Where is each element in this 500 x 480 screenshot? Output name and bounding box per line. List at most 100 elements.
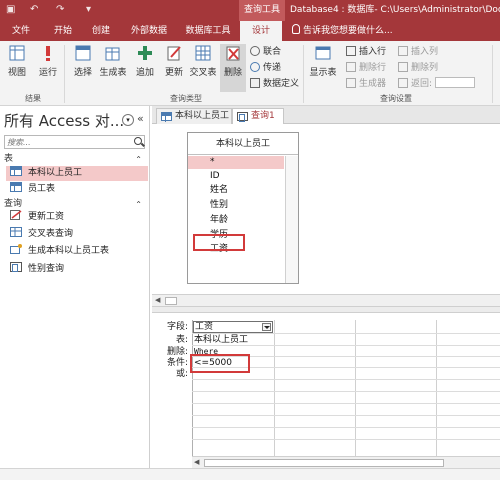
chevron-up-icon: ⌃ [135, 155, 142, 164]
delete-columns-label: 删除列 [411, 63, 439, 73]
delete-columns-icon [398, 62, 408, 72]
collapse-pane-icon[interactable]: « [137, 112, 144, 125]
upper-horizontal-scrollbar[interactable]: ◀ [152, 294, 500, 306]
show-table-icon [314, 44, 332, 62]
doc-tab-label: 查询1 [251, 111, 275, 121]
crosstab-label: 交叉表 [189, 68, 217, 78]
highlight-box-salary-field [193, 234, 245, 251]
table-cell[interactable]: 本科以上员工 [193, 334, 273, 346]
tab-external-data[interactable]: 外部数据 [124, 21, 174, 41]
delete-rows-button[interactable]: 删除行 [346, 61, 386, 75]
doc-tab-table-benke[interactable]: 本科以上员工 [156, 108, 232, 124]
show-table-label: 显示表 [309, 68, 337, 78]
nav-pane-title: 所有 Access 对... [4, 112, 125, 130]
field-all[interactable]: * [188, 156, 284, 169]
field-list-scrollbar[interactable] [285, 156, 298, 283]
table-icon [10, 182, 22, 192]
nav-item-query-update-salary[interactable]: 更新工资 [6, 210, 148, 225]
delete-columns-button[interactable]: 删除列 [398, 61, 438, 75]
search-icon[interactable] [134, 137, 142, 145]
pane-splitter[interactable] [152, 306, 500, 313]
tab-home[interactable]: 开始 [46, 21, 80, 41]
redo-icon[interactable]: ↷ [56, 3, 64, 17]
builder-label: 生成器 [359, 79, 387, 89]
save-icon[interactable]: ▣ [6, 3, 15, 17]
insert-columns-label: 插入列 [411, 47, 439, 57]
scroll-left-icon[interactable]: ◀ [155, 296, 160, 304]
data-definition-icon [250, 78, 260, 88]
scroll-thumb[interactable] [204, 459, 444, 467]
tell-me-box[interactable]: 告诉我您想要做什么... [292, 21, 393, 41]
tab-design[interactable]: 设计 [240, 21, 282, 41]
select-query-icon [74, 44, 92, 62]
delete-rows-label: 删除行 [359, 63, 387, 73]
tab-database-tools[interactable]: 数据库工具 [180, 21, 236, 41]
window-title: Database4 : 数据库- C:\Users\Administrator\… [290, 5, 500, 15]
field-select-value: 工资 [195, 322, 214, 332]
quick-access-customize-icon[interactable]: ▾ [86, 3, 91, 17]
field-gender[interactable]: 性别 [188, 199, 284, 212]
nav-item-query-gender[interactable]: 性别查询 [6, 262, 148, 277]
nav-item-label: 生成本科以上员工表 [28, 246, 110, 256]
builder-button[interactable]: 生成器 [346, 77, 386, 91]
union-icon [250, 46, 260, 56]
update-button[interactable]: 更新 [162, 44, 186, 78]
highlight-box-criteria [190, 354, 250, 373]
doc-tab-query1[interactable]: 查询1 [232, 108, 284, 124]
dropdown-arrow-icon[interactable] [262, 323, 271, 331]
undo-icon[interactable]: ↶ [30, 3, 38, 17]
nav-menu-chevron-icon[interactable]: ▾ [122, 114, 134, 126]
field-list-title[interactable]: 本科以上员工 [188, 133, 298, 155]
data-definition-button[interactable]: 数据定义 [250, 77, 299, 91]
insert-columns-button[interactable]: 插入列 [398, 45, 438, 59]
return-input[interactable] [435, 77, 476, 88]
nav-item-table-employees[interactable]: 员工表 [6, 182, 148, 197]
lower-horizontal-scrollbar[interactable]: ◀ [192, 456, 500, 468]
tab-file[interactable]: 文件 [4, 21, 38, 41]
insert-rows-button[interactable]: 插入行 [346, 45, 386, 59]
nav-item-query-crosstab[interactable]: 交叉表查询 [6, 227, 148, 242]
scroll-left-icon[interactable]: ◀ [194, 458, 199, 466]
nav-item-label: 员工表 [28, 184, 56, 194]
nav-section-tables[interactable]: 表 ⌃ [4, 153, 145, 166]
field-list-box[interactable]: 本科以上员工 * ID 姓名 性别 年龄 学历 工资 [187, 132, 299, 284]
query-setup-group-label: 查询设置 [380, 94, 412, 103]
title-bar: ▣ ↶ ↷ ▾ 查询工具 Database4 : 数据库- C:\Users\A… [0, 0, 500, 21]
select-button[interactable]: 选择 [70, 44, 96, 78]
ribbon-separator [492, 45, 493, 103]
tab-create[interactable]: 创建 [84, 21, 118, 41]
ribbon-separator [303, 45, 304, 103]
grid-row-line [192, 403, 500, 404]
scroll-thumb[interactable] [165, 297, 177, 305]
crosstab-button[interactable]: 交叉表 [188, 44, 218, 78]
crosstab-icon [194, 44, 212, 62]
show-table-button[interactable]: 显示表 [307, 44, 339, 78]
pass-through-button[interactable]: 传递 [250, 61, 281, 75]
view-button[interactable]: 视图 [4, 44, 30, 78]
nav-item-label: 本科以上员工 [28, 168, 83, 178]
union-button[interactable]: 联合 [250, 45, 281, 59]
field-id[interactable]: ID [188, 169, 284, 182]
crosstab-query-icon [10, 227, 22, 237]
query-type-group-label: 查询类型 [170, 94, 202, 103]
view-icon [8, 44, 26, 62]
delete-button[interactable]: 删除 [220, 44, 246, 92]
insert-columns-icon [398, 46, 408, 56]
nav-item-table-benke[interactable]: 本科以上员工 [6, 166, 148, 181]
nav-item-query-make-table[interactable]: 生成本科以上员工表 [6, 244, 148, 259]
delete-rows-icon [346, 62, 356, 72]
select-label: 选择 [73, 68, 92, 78]
field-select[interactable]: 工资 [193, 321, 273, 333]
ribbon: 视图 运行 结果 选择 生成表 追加 更新 交叉表 删除 联合 传递 数据定义 … [0, 41, 500, 106]
nav-search-input[interactable] [7, 136, 127, 148]
field-age[interactable]: 年龄 [188, 214, 284, 227]
make-table-button[interactable]: 生成表 [98, 44, 128, 78]
doc-tab-label: 本科以上员工 [175, 111, 230, 121]
return-selector[interactable]: 返回: [398, 77, 476, 91]
grid-row-line [192, 439, 500, 440]
field-name[interactable]: 姓名 [188, 184, 284, 197]
run-button[interactable]: 运行 [36, 44, 60, 78]
append-label: 追加 [135, 68, 154, 78]
make-table-label: 生成表 [99, 68, 127, 78]
append-button[interactable]: 追加 [132, 44, 158, 78]
